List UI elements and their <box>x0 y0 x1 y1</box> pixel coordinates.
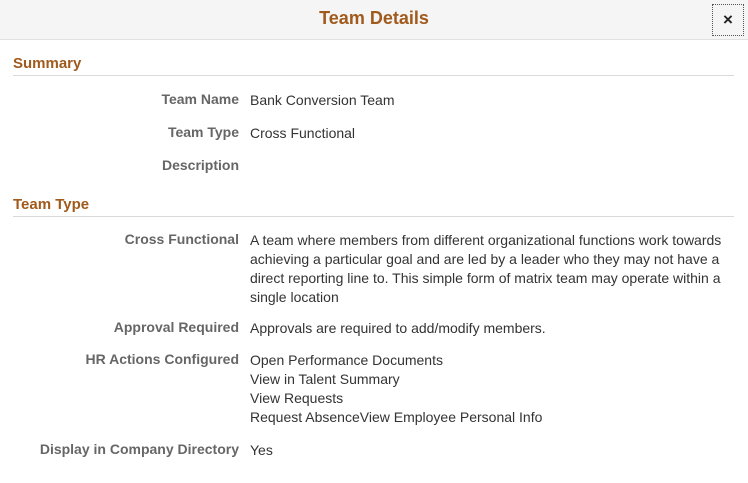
field-label: HR Actions Configured <box>85 351 239 367</box>
field-label: Cross Functional <box>124 231 239 247</box>
field-value: A team where members from different orga… <box>250 232 722 305</box>
field-value: Cross Functional <box>250 125 356 141</box>
section-header-team-type: Team Type <box>13 196 734 217</box>
hr-action-item: View in Talent Summary <box>250 371 400 387</box>
hr-action-item: View Requests <box>250 390 344 406</box>
field-label: Approval Required <box>113 319 239 335</box>
field-value: Yes <box>250 442 273 458</box>
section-header-summary: Summary <box>13 55 734 76</box>
field-label: Team Type <box>167 124 239 140</box>
field-value: Bank Conversion Team <box>250 92 395 108</box>
close-icon: × <box>723 10 733 29</box>
hr-actions-list: Open Performance Documents View in Talen… <box>250 351 730 427</box>
field-label: Description <box>161 157 239 173</box>
close-button[interactable]: × <box>712 4 744 36</box>
modal-header: Team Details × <box>0 0 748 40</box>
field-value: Approvals are required to add/modify mem… <box>250 320 546 336</box>
hr-action-item: Open Performance Documents <box>250 352 443 368</box>
field-label: Team Name <box>161 91 239 107</box>
hr-action-item: Request AbsenceView Employee Personal In… <box>250 409 543 425</box>
modal-title: Team Details <box>319 8 429 28</box>
field-label: Display in Company Directory <box>39 441 239 457</box>
